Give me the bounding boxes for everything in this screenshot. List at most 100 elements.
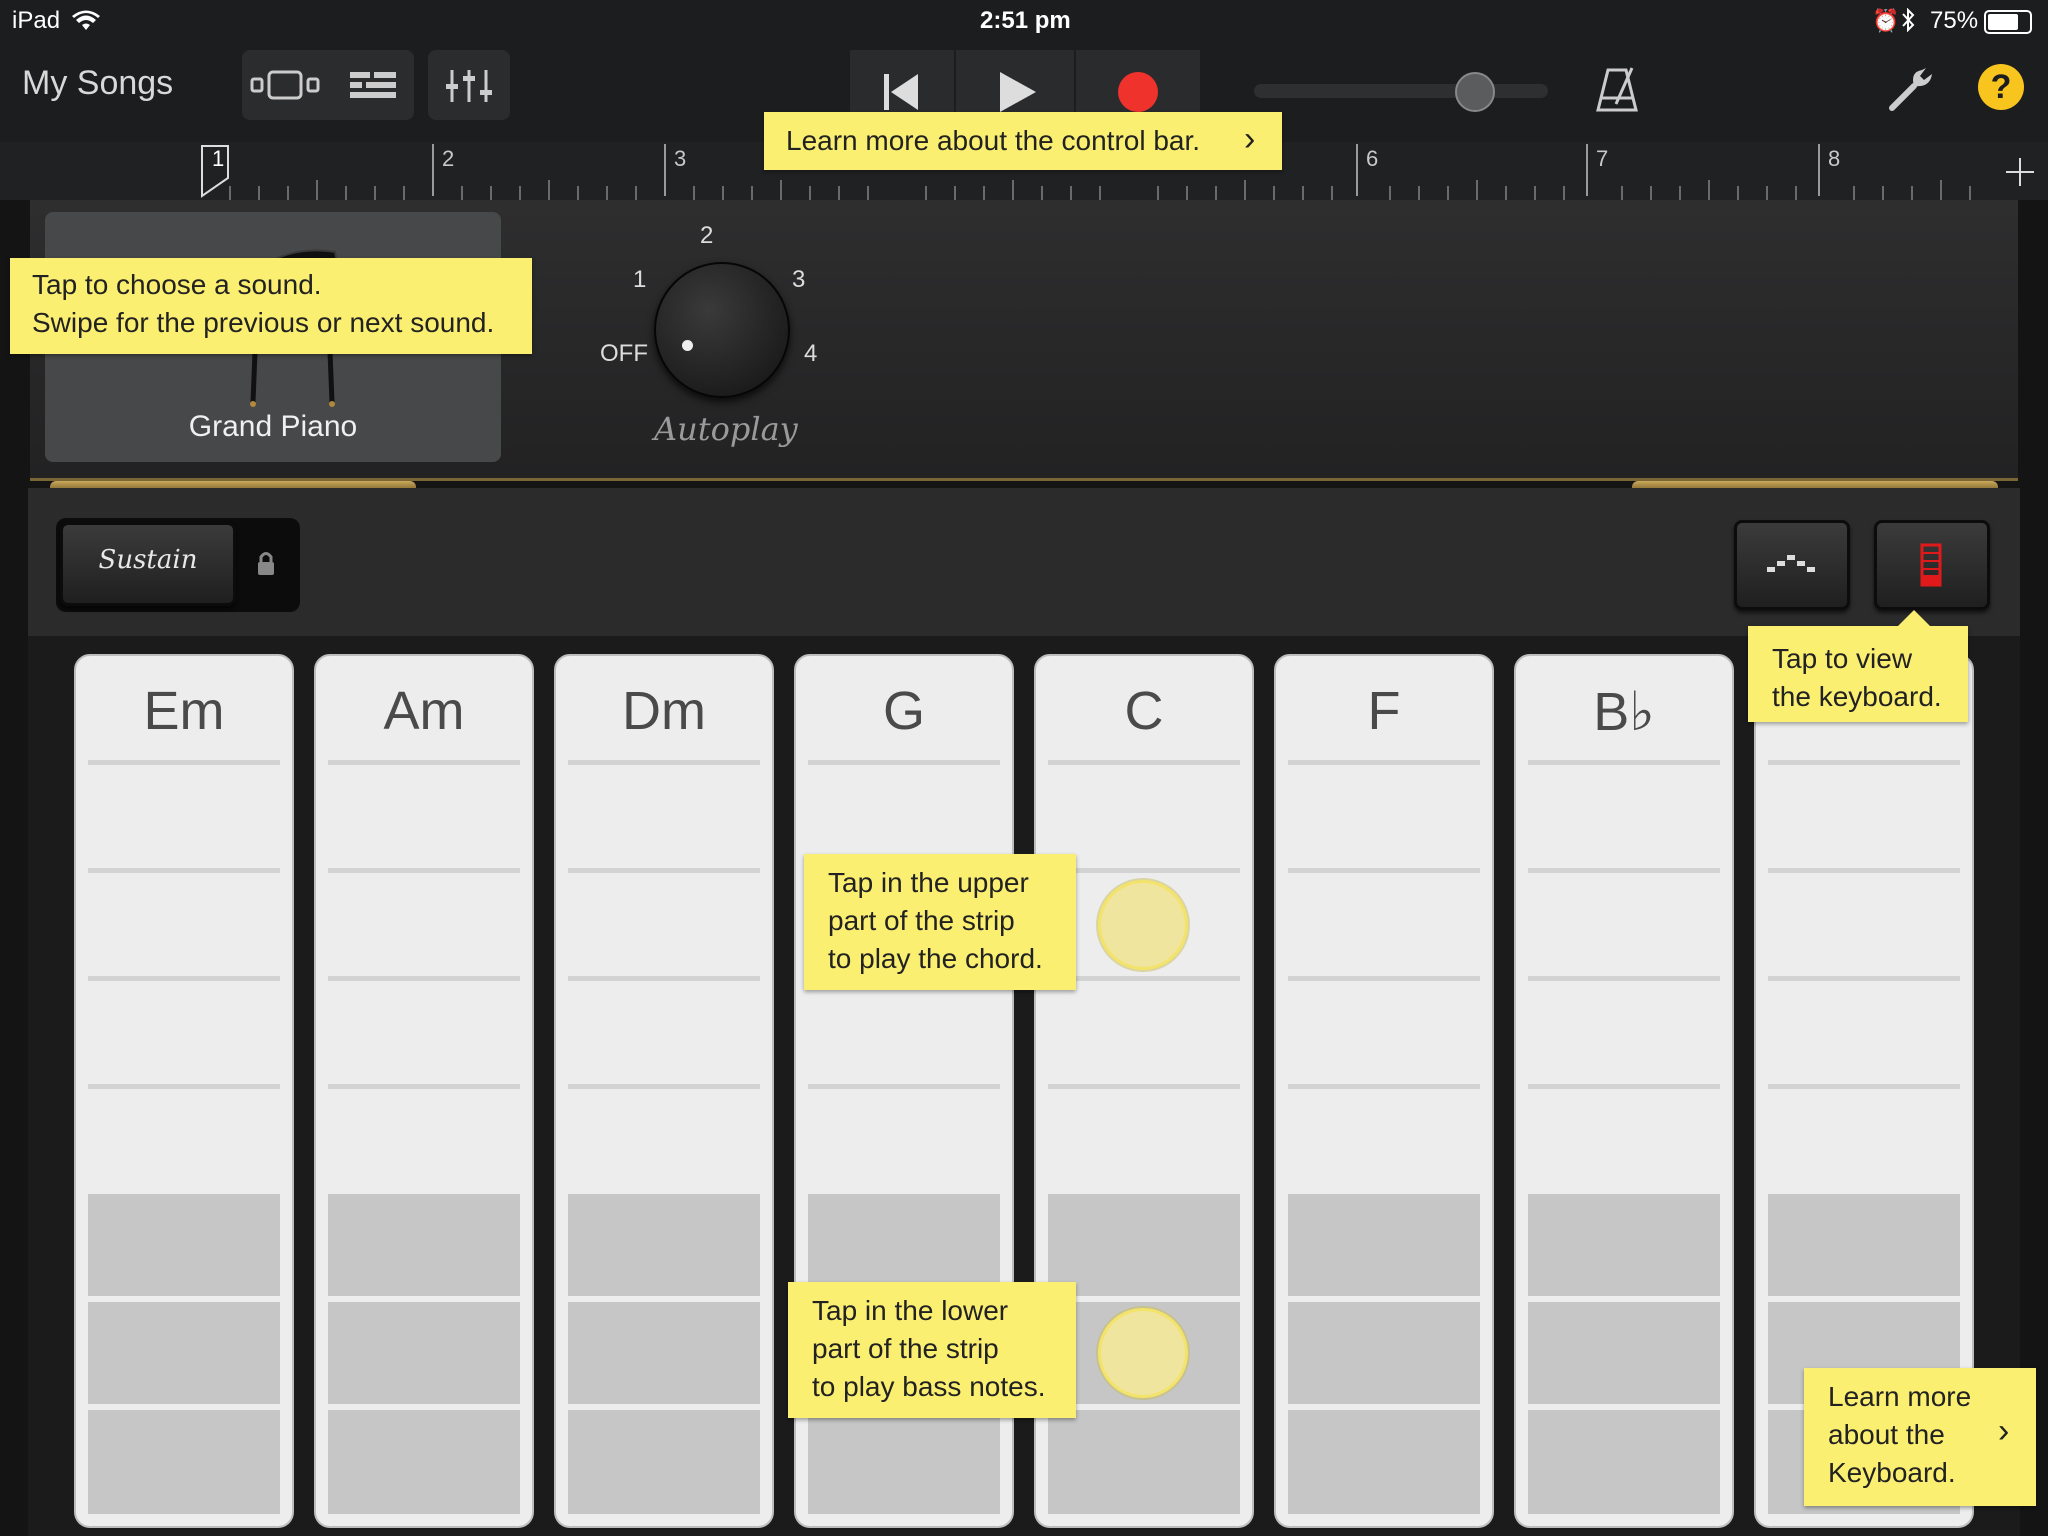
tip-text: Tap to view [1772,643,1913,674]
autoplay-control: 2 1 3 OFF 4 Autoplay [590,222,830,462]
ruler-tick [722,186,724,200]
instrument-view-button[interactable] [242,50,328,120]
ruler-tick [1389,186,1391,200]
chord-label: Dm [622,681,706,741]
bass-segment[interactable] [1048,1410,1240,1514]
ruler-tick [867,186,869,200]
strip-segment-line [88,1084,280,1089]
tip-text: part of the strip [812,1333,999,1364]
lock-icon[interactable] [256,550,276,576]
ruler-tick [780,180,782,200]
bass-segment[interactable] [568,1194,760,1296]
ruler-tick [1331,186,1333,200]
chord-strips-toggle-button[interactable] [1874,520,1990,610]
bass-segment[interactable] [1288,1194,1480,1296]
chevron-right-icon: › [1998,1412,2010,1450]
ruler-tick [1969,186,1971,200]
strip-segment-line [88,868,280,873]
bass-segment[interactable] [88,1194,280,1296]
bass-segment[interactable] [1048,1194,1240,1296]
strip-segment-line [568,868,760,873]
bass-segment[interactable] [1528,1302,1720,1404]
ruler-tick [1853,186,1855,200]
ruler-tick [1795,186,1797,200]
tracks-view-button[interactable] [328,50,414,120]
tip-learn-keyboard[interactable]: Learn more about the Keyboard. › [1804,1368,2036,1506]
ruler-tick [577,186,579,200]
bass-segment[interactable] [1768,1194,1960,1296]
chord-label: B♭ [1593,682,1655,742]
ruler-bar-line [1356,144,1358,196]
strip-segment-line [1528,760,1720,765]
ruler-tick [1650,186,1652,200]
ruler-tick [1940,180,1942,200]
chord-strip-am[interactable]: Am [314,654,534,1528]
bass-segment[interactable] [328,1194,520,1296]
autoplay-knob[interactable] [654,262,790,398]
ruler-tick [1708,180,1710,200]
bass-segment[interactable] [808,1194,1000,1296]
chord-strip-b-flat[interactable]: B♭ [1514,654,1734,1528]
chord-strip-f[interactable]: F [1274,654,1494,1528]
ruler-tick [751,186,753,200]
ruler-tick [838,186,840,200]
tip-text: Keyboard. [1828,1457,1956,1488]
strip-segment-line [1048,976,1240,981]
bass-segment[interactable] [808,1410,1000,1514]
sustain-button[interactable]: Sustain [60,522,236,606]
settings-wrench-icon[interactable] [1886,64,1936,114]
ruler-tick [316,180,318,200]
sound-name: Grand Piano [188,410,358,443]
autoplay-position-label: 1 [633,266,647,293]
chord-strip-dm[interactable]: Dm [554,654,774,1528]
bass-segment[interactable] [328,1302,520,1404]
ruler-tick [403,186,405,200]
help-button[interactable]: ? [1978,64,2024,110]
bass-segment[interactable] [328,1410,520,1514]
bass-segment[interactable] [1528,1194,1720,1296]
ruler-tick [635,186,637,200]
bass-segment[interactable] [1288,1302,1480,1404]
ruler-tick [1244,180,1246,200]
tip-text: Learn more about the control bar. [786,125,1201,156]
bass-segment[interactable] [568,1410,760,1514]
bass-segment[interactable] [88,1410,280,1514]
add-section-icon[interactable] [2004,156,2036,188]
tip-lower-strip: Tap in the lower part of the strip to pl… [788,1282,1076,1418]
chord-strip-em[interactable]: Em [74,654,294,1528]
ruler-tick [606,186,608,200]
strip-segment-line [568,760,760,765]
bluetooth-icon [1902,8,1915,32]
ruler-tick [1099,186,1101,200]
ruler-bar-line [1818,144,1820,196]
strip-segment-line [328,868,520,873]
slider-knob[interactable] [1455,72,1495,112]
arpeggiator-button[interactable] [1734,520,1850,610]
bass-segment[interactable] [88,1302,280,1404]
strip-segment-line [1048,868,1240,873]
ruler-bar-line [1586,144,1588,196]
bass-segment[interactable] [568,1302,760,1404]
volume-slider[interactable] [1254,72,1548,112]
tip-text: Tap in the upper [828,867,1029,898]
metronome-icon[interactable] [1594,64,1640,114]
strip-segment-line [808,1084,1000,1089]
ruler-tick [374,186,376,200]
view-toggle-group [242,50,414,120]
tip-control-bar[interactable]: Learn more about the control bar. › [764,112,1282,170]
strip-segment-line [568,1084,760,1089]
tip-text: part of the strip [828,905,1015,936]
bass-segment[interactable] [1288,1410,1480,1514]
mixer-button[interactable] [428,50,510,120]
device-name: iPad [12,7,61,34]
ruler-bar-line [432,144,434,196]
ruler-tick [490,186,492,200]
tip-text: Swipe for the previous or next sound. [32,307,495,338]
strip-segment-line [1288,868,1480,873]
battery-icon [1984,10,2032,34]
strip-segment-line [328,1084,520,1089]
my-songs-button[interactable]: My Songs [22,64,173,103]
tip-text: to play bass notes. [812,1371,1046,1402]
chord-label: Am [383,681,465,741]
bass-segment[interactable] [1528,1410,1720,1514]
